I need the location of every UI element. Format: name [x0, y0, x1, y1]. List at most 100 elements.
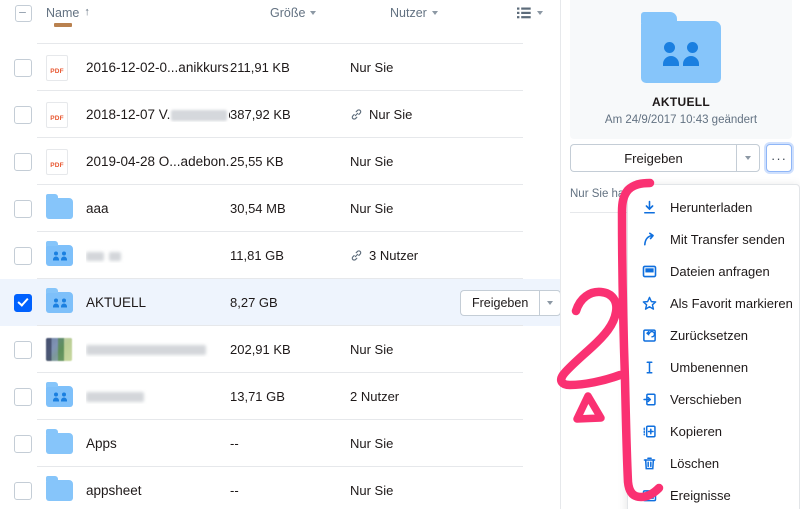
file-list-header: Name ↑ Größe Nutzer: [0, 0, 560, 26]
panel-share-split-button[interactable]: Freigeben: [570, 144, 760, 172]
sort-ascending-icon: ↑: [84, 5, 90, 18]
row-user-label: Nur Sie: [350, 483, 394, 498]
row-name: aaa: [86, 201, 109, 216]
menu-item-umbenennen[interactable]: Umbenennen: [628, 351, 799, 383]
row-file-icon: [46, 429, 86, 454]
more-actions-button[interactable]: ···: [766, 144, 792, 172]
row-user-label: 2 Nutzer: [350, 389, 400, 404]
pdf-icon: PDF: [46, 54, 68, 81]
table-row[interactable]: PDF 2016-12-02-0...anikkurs.pdf 211,91 K…: [0, 44, 560, 91]
menu-item-als-favorit-markieren[interactable]: Als Favorit markieren: [628, 287, 799, 319]
row-size: 30,54 MB: [230, 201, 286, 216]
column-header-name[interactable]: Name ↑: [46, 6, 270, 20]
file-rows: PDF 2016-12-02-0...anikkurs.pdf 211,91 K…: [0, 23, 560, 509]
row-user: Nur Sie: [350, 107, 460, 122]
file-list: Name ↑ Größe Nutzer PDF 2016-12-02-0...a…: [0, 0, 560, 509]
row-checkbox[interactable]: [0, 58, 46, 77]
row-checkbox[interactable]: [0, 152, 46, 171]
row-checkbox[interactable]: [0, 105, 46, 124]
column-header-name-label: Name: [46, 6, 80, 20]
indeterminate-checkbox-icon: [14, 4, 32, 22]
select-all-checkbox[interactable]: [0, 4, 46, 22]
more-actions-menu[interactable]: Herunterladen Mit Transfer senden Dateie…: [627, 184, 800, 509]
row-size: --: [230, 436, 239, 451]
row-share-split-button[interactable]: Freigeben: [460, 289, 560, 316]
table-row[interactable]: 202,91 KB Nur Sie: [0, 326, 560, 373]
row-file-icon: [46, 288, 86, 313]
chevron-down-icon: [431, 11, 438, 15]
folder-icon: [46, 476, 73, 501]
menu-item-verschieben[interactable]: Verschieben: [628, 383, 799, 415]
table-row[interactable]: PDF 2018-12-07 V.odf 387,92 KB Nur Sie: [0, 91, 560, 138]
menu-item-loeschen[interactable]: Löschen: [628, 447, 799, 479]
menu-item-label: Kopieren: [670, 423, 723, 439]
row-share-dropdown-button[interactable]: [539, 289, 560, 316]
row-user: Nur Sie: [350, 201, 460, 216]
table-row[interactable]: 13,71 GB 2 Nutzer: [0, 373, 560, 420]
send-arrow-icon: [642, 232, 657, 247]
menu-item-herunterladen[interactable]: Herunterladen: [628, 191, 799, 223]
redacted-name: [109, 251, 121, 261]
table-row[interactable]: PDF 2019-04-28 O...adebon.pdf 25,55 KB N…: [0, 138, 560, 185]
menu-item-label: Umbenennen: [670, 359, 749, 375]
menu-item-label: Zurücksetzen: [670, 327, 749, 343]
menu-item-mit-transfer-senden[interactable]: Mit Transfer senden: [628, 223, 799, 255]
row-size: 11,81 GB: [230, 248, 284, 263]
row-name: 2019-04-28 O...adebon.pdf: [86, 154, 230, 169]
row-share-button[interactable]: Freigeben: [460, 289, 540, 316]
shared-folder-icon: [641, 12, 721, 83]
star-icon: [642, 296, 657, 311]
row-user-label: Nur Sie: [350, 154, 394, 169]
menu-item-label: Verschieben: [670, 391, 742, 407]
row-size: 8,27 GB: [230, 295, 278, 310]
folder-icon: [46, 194, 73, 219]
row-name: 2018-12-07 V.odf: [86, 107, 230, 122]
image-thumbnail-icon: [46, 338, 72, 361]
row-size: 211,91 KB: [230, 60, 290, 75]
panel-share-dropdown-button[interactable]: [736, 144, 760, 172]
row-user: 3 Nutzer: [350, 248, 460, 263]
view-options[interactable]: [500, 7, 560, 19]
pdf-icon: PDF: [46, 101, 68, 128]
row-name: AKTUELL: [86, 295, 147, 310]
redacted-name: [171, 110, 228, 121]
column-header-size[interactable]: Größe: [270, 6, 390, 20]
table-row[interactable]: aaa 30,54 MB Nur Sie: [0, 185, 560, 232]
table-row[interactable]: appsheet -- Nur Sie: [0, 467, 560, 509]
row-file-icon: PDF: [46, 54, 86, 81]
menu-item-label: Ereignisse: [670, 487, 731, 503]
text-cursor-icon: [642, 360, 657, 375]
row-checkbox[interactable]: [0, 434, 46, 453]
row-checkbox[interactable]: [0, 199, 46, 218]
shared-folder-icon: [46, 288, 73, 313]
table-row-selected[interactable]: AKTUELL 8,27 GB Freigeben: [0, 279, 560, 326]
row-file-icon: PDF: [46, 101, 86, 128]
row-checkbox[interactable]: [0, 481, 46, 500]
menu-item-dateien-anfragen[interactable]: Dateien anfragen: [628, 255, 799, 287]
row-name: Apps: [86, 436, 117, 451]
table-row[interactable]: Apps -- Nur Sie: [0, 420, 560, 467]
row-checkbox-checked[interactable]: [0, 293, 46, 312]
row-size: 387,92 KB: [230, 107, 291, 122]
events-calendar-icon: [642, 488, 657, 503]
link-icon: [351, 250, 362, 261]
menu-item-label: Als Favorit markieren: [670, 295, 793, 311]
row-user: 2 Nutzer: [350, 389, 460, 404]
column-header-user[interactable]: Nutzer: [390, 6, 500, 20]
panel-share-button[interactable]: Freigeben: [570, 144, 736, 172]
row-name: 2016-12-02-0...anikkurs.pdf: [86, 60, 230, 75]
preview-card: AKTUELL Am 24/9/2017 10:43 geändert: [570, 0, 792, 139]
row-checkbox[interactable]: [0, 387, 46, 406]
column-header-user-label: Nutzer: [390, 6, 427, 20]
chevron-down-icon: [537, 11, 543, 15]
menu-item-label: Löschen: [670, 455, 720, 471]
row-user-label: Nur Sie: [350, 436, 394, 451]
menu-item-zuruecksetzen[interactable]: Zurücksetzen: [628, 319, 799, 351]
menu-item-kopieren[interactable]: Kopieren: [628, 415, 799, 447]
row-checkbox[interactable]: [0, 340, 46, 359]
menu-item-ereignisse[interactable]: Ereignisse: [628, 479, 799, 509]
table-row[interactable]: 11,81 GB 3 Nutzer: [0, 232, 560, 279]
chevron-down-icon: [310, 11, 317, 15]
chevron-down-icon: [547, 300, 554, 305]
row-checkbox[interactable]: [0, 246, 46, 265]
